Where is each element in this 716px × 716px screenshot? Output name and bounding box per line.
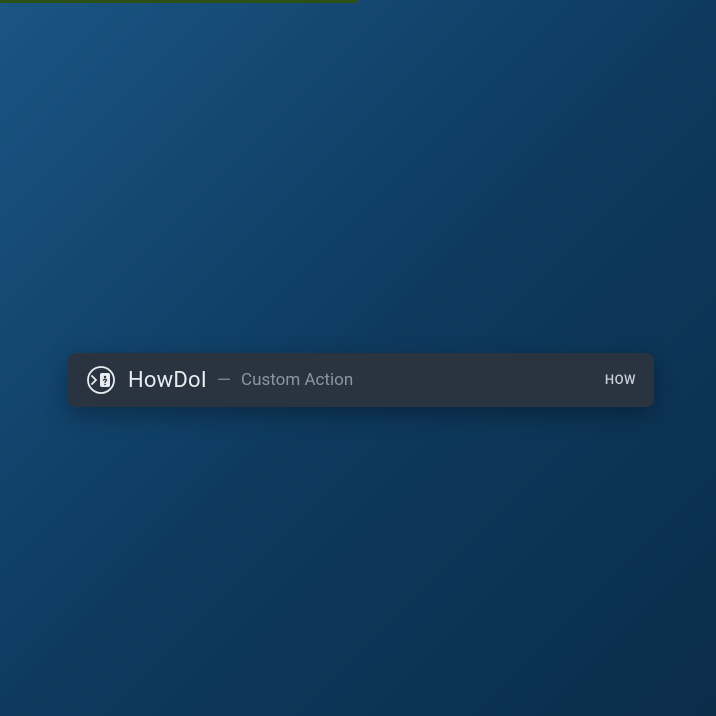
command-title: HowDoI	[128, 368, 207, 393]
prompt-question-icon	[86, 365, 116, 395]
command-badge: HOW	[605, 373, 636, 388]
title-separator: —	[217, 370, 231, 391]
command-subtitle: Custom Action	[241, 370, 353, 390]
command-icon	[86, 365, 116, 395]
command-bar[interactable]: HowDoI — Custom Action HOW	[68, 353, 654, 407]
